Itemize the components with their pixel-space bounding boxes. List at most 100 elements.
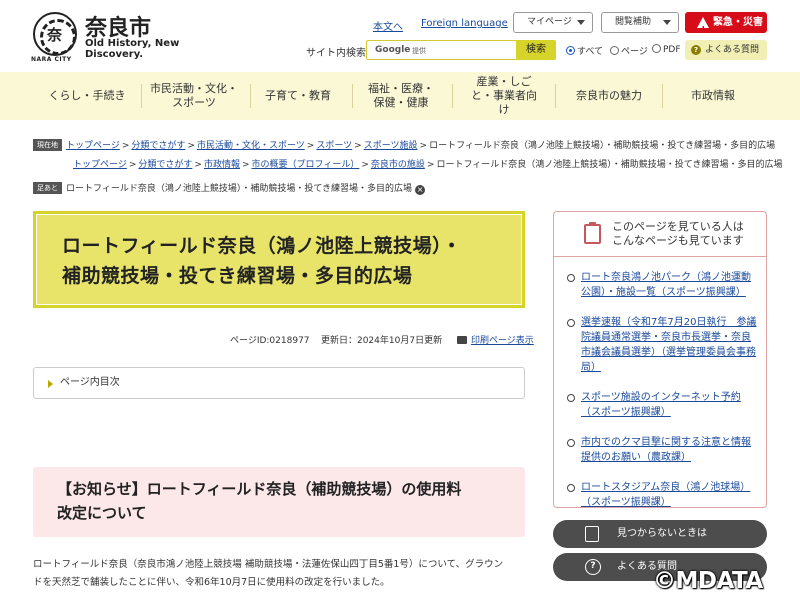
- close-icon[interactable]: ×: [415, 185, 426, 195]
- skip-to-content-link[interactable]: 本文へ: [373, 18, 403, 33]
- question-icon: ?: [691, 45, 701, 55]
- search-button[interactable]: 検索: [516, 40, 556, 60]
- breadcrumb-link[interactable]: 奈良市の施設: [371, 160, 425, 170]
- bullet-icon: [567, 394, 575, 402]
- breadcrumb-current: ロートフィールド奈良（鴻ノ池陸上競技場）・補助競技場・投てき練習場・多目的広場: [429, 141, 776, 151]
- breadcrumb-link[interactable]: 市民活動・文化・スポーツ: [197, 141, 305, 151]
- scope-page-label: ページ: [621, 47, 648, 57]
- my-page-button[interactable]: マイページ: [513, 12, 593, 33]
- not-found-button[interactable]: 見つからないときは: [553, 520, 767, 548]
- body-line: ロートフィールド奈良（奈良市鴻ノ池陸上競技場 補助競技場・法蓮佐保山四丁目5番1…: [33, 559, 504, 570]
- foreign-language-link[interactable]: Foreign language: [421, 18, 508, 29]
- emergency-button[interactable]: 緊急・災害: [685, 12, 767, 40]
- related-link[interactable]: 選挙速報（令和7年7月20日執行 参議院議員通常選挙・奈良市長選挙・奈良市議会議…: [581, 317, 756, 373]
- search-provided-by: 提供: [412, 47, 426, 55]
- page-title-line: ロートフィールド奈良（鴻ノ池陸上競技場）・: [62, 235, 462, 257]
- accessibility-label: 閲覧補助: [615, 17, 652, 27]
- breadcrumb-separator: >: [361, 160, 369, 170]
- footprint-item[interactable]: ロートフィールド奈良（鴻ノ池陸上競技場）・補助競技場・投てき練習場・多目的広場: [66, 184, 412, 194]
- breadcrumb: 現在地 トップページ > 分類でさがす > 市民活動・文化・スポーツ > スポーツ > スポーツ施…: [33, 138, 775, 154]
- current-location-tag: 現在地: [33, 139, 62, 151]
- breadcrumb-link[interactable]: スポーツ: [316, 141, 352, 151]
- list-item: スポーツ施設のインターネット予約（スポーツ振興課）: [564, 390, 759, 420]
- breadcrumb-separator: >: [306, 141, 315, 151]
- nav-divider: [352, 84, 353, 108]
- search-provider: Google: [375, 45, 411, 55]
- nav-item-city-admin[interactable]: 市政情報: [662, 72, 764, 120]
- accessibility-button[interactable]: 閲覧補助: [601, 12, 679, 33]
- nav-divider: [452, 84, 453, 108]
- related-link[interactable]: スポーツ施設のインターネット予約（スポーツ振興課）: [581, 392, 741, 418]
- body-line: ドを天然芝で舗装したことに伴い、令和6年10月7日に使用料の改定を行いました。: [33, 577, 390, 588]
- breadcrumb-separator: >: [187, 141, 195, 151]
- search-label: サイト内検索: [306, 48, 366, 59]
- faq-link[interactable]: ? よくある質問: [685, 40, 767, 60]
- nav-item-civic[interactable]: 市民活動・文化・スポーツ: [146, 72, 242, 120]
- list-item: ロート奈良鴻ノ池パーク（鴻ノ池運動公園）・施設一覧（スポーツ振興課）: [564, 270, 759, 300]
- body-paragraph: ロートフィールド奈良（奈良市鴻ノ池陸上競技場 補助競技場・法蓮佐保山四丁目5番1…: [33, 556, 528, 592]
- chevron-down-icon: [663, 20, 671, 25]
- footprint-history: 足あと ロートフィールド奈良（鴻ノ池陸上競技場）・補助競技場・投てき練習場・多目的…: [33, 181, 426, 197]
- page-title: ロートフィールド奈良（鴻ノ池陸上競技場）・ 補助競技場・投てき練習場・多目的広場: [62, 231, 521, 291]
- page-meta: ページID:0218977 更新日：2024年10月7日更新 印刷ページ表示: [230, 333, 534, 346]
- breadcrumb-link[interactable]: トップページ: [66, 141, 120, 151]
- breadcrumb-link[interactable]: トップページ: [73, 160, 127, 170]
- bullet-icon: [567, 319, 575, 327]
- nav-item-industry[interactable]: 産業・しごと・事業者向け: [466, 72, 542, 120]
- breadcrumb-separator: >: [121, 141, 130, 151]
- scope-all-label: すべて: [577, 47, 604, 57]
- city-emblem-icon: 奈: [33, 12, 77, 56]
- notice-heading-line: 改定について: [57, 504, 147, 522]
- search-input[interactable]: Google 提供: [366, 40, 517, 60]
- print-link[interactable]: 印刷ページ表示: [471, 336, 534, 346]
- logo-tagline: Old History, New Discovery.: [85, 38, 180, 60]
- breadcrumb-link[interactable]: 市政情報: [204, 160, 240, 170]
- faq-label: よくある質問: [705, 45, 760, 55]
- notice-heading: 【お知らせ】ロートフィールド奈良（補助競技場）の使用料 改定について: [57, 477, 525, 525]
- radio-icon: [610, 46, 619, 55]
- scope-radio-pdf[interactable]: PDF: [652, 44, 681, 55]
- list-item: 選挙速報（令和7年7月20日執行 参議院議員通常選挙・奈良市長選挙・奈良市議会議…: [564, 315, 759, 375]
- logo-caption: NARA CITY: [31, 56, 72, 63]
- breadcrumb-separator: >: [241, 160, 250, 170]
- breadcrumb-link[interactable]: 市の概要（プロフィール）: [252, 160, 360, 170]
- nav-item-living[interactable]: くらし・手続き: [33, 72, 141, 120]
- related-title-line: このページを見ている人は: [612, 220, 744, 233]
- related-pages-header: このページを見ている人は こんなページも見ています: [554, 212, 766, 257]
- list-item: ロートスタジアム奈良（鴻ノ池球場）（スポーツ振興課）: [564, 480, 759, 510]
- chevron-down-icon: [577, 20, 585, 25]
- related-link[interactable]: 市内でのクマ目撃に関する注意と情報提供のお願い（農政課）: [581, 437, 751, 463]
- page-title-inner: ロートフィールド奈良（鴻ノ池陸上競技場）・ 補助競技場・投てき練習場・多目的広場: [36, 214, 522, 305]
- nav-item-welfare[interactable]: 福祉・医療・保健・健康: [366, 72, 436, 120]
- document-search-icon: [585, 526, 599, 542]
- table-of-contents-toggle[interactable]: ページ内目次: [33, 367, 525, 399]
- breadcrumb-separator: >: [419, 141, 428, 151]
- nav-item-attractions[interactable]: 奈良市の魅力: [560, 72, 658, 120]
- emblem-mark: 奈: [47, 26, 63, 44]
- scope-radio-page[interactable]: ページ: [610, 44, 648, 57]
- bullet-icon: [567, 274, 575, 282]
- site-logo[interactable]: 奈 NARA CITY 奈良市 Old History, New Discove…: [31, 12, 179, 63]
- global-nav: くらし・手続き 市民活動・文化・スポーツ 子育て・教育 福祉・医療・保健・健康 …: [0, 72, 800, 120]
- breadcrumb-link[interactable]: 分類でさがす: [131, 141, 185, 151]
- breadcrumb-separator: >: [354, 141, 362, 151]
- site-header: 奈 NARA CITY 奈良市 Old History, New Discove…: [0, 0, 800, 72]
- scope-radio-all[interactable]: すべて: [566, 44, 603, 57]
- radio-icon: [652, 44, 661, 53]
- chevron-right-icon: [48, 380, 53, 388]
- related-pages-panel: このページを見ている人は こんなページも見ています ロート奈良鴻ノ池パーク（鴻ノ…: [553, 211, 767, 508]
- my-page-label: マイページ: [527, 17, 572, 27]
- breadcrumb-link[interactable]: 分類でさがす: [138, 160, 192, 170]
- breadcrumb-current: ロートフィールド奈良（鴻ノ池陸上競技場）・補助競技場・投てき練習場・多目的広場: [436, 160, 783, 170]
- notice-heading-line: 【お知らせ】ロートフィールド奈良（補助競技場）の使用料: [57, 480, 462, 498]
- bullet-icon: [567, 439, 575, 447]
- breadcrumb-separator: >: [426, 160, 435, 170]
- printer-icon: [456, 336, 467, 344]
- breadcrumb-link[interactable]: スポーツ施設: [364, 141, 418, 151]
- footprint-tag: 足あと: [33, 182, 62, 194]
- related-link[interactable]: ロート奈良鴻ノ池パーク（鴻ノ池運動公園）・施設一覧（スポーツ振興課）: [581, 272, 751, 298]
- related-pages-list: ロート奈良鴻ノ池パーク（鴻ノ池運動公園）・施設一覧（スポーツ振興課） 選挙速報（…: [564, 270, 759, 525]
- nav-item-childcare[interactable]: 子育て・教育: [250, 72, 346, 120]
- clipboard-icon: [584, 222, 601, 244]
- related-link[interactable]: ロートスタジアム奈良（鴻ノ池球場）（スポーツ振興課）: [581, 482, 750, 508]
